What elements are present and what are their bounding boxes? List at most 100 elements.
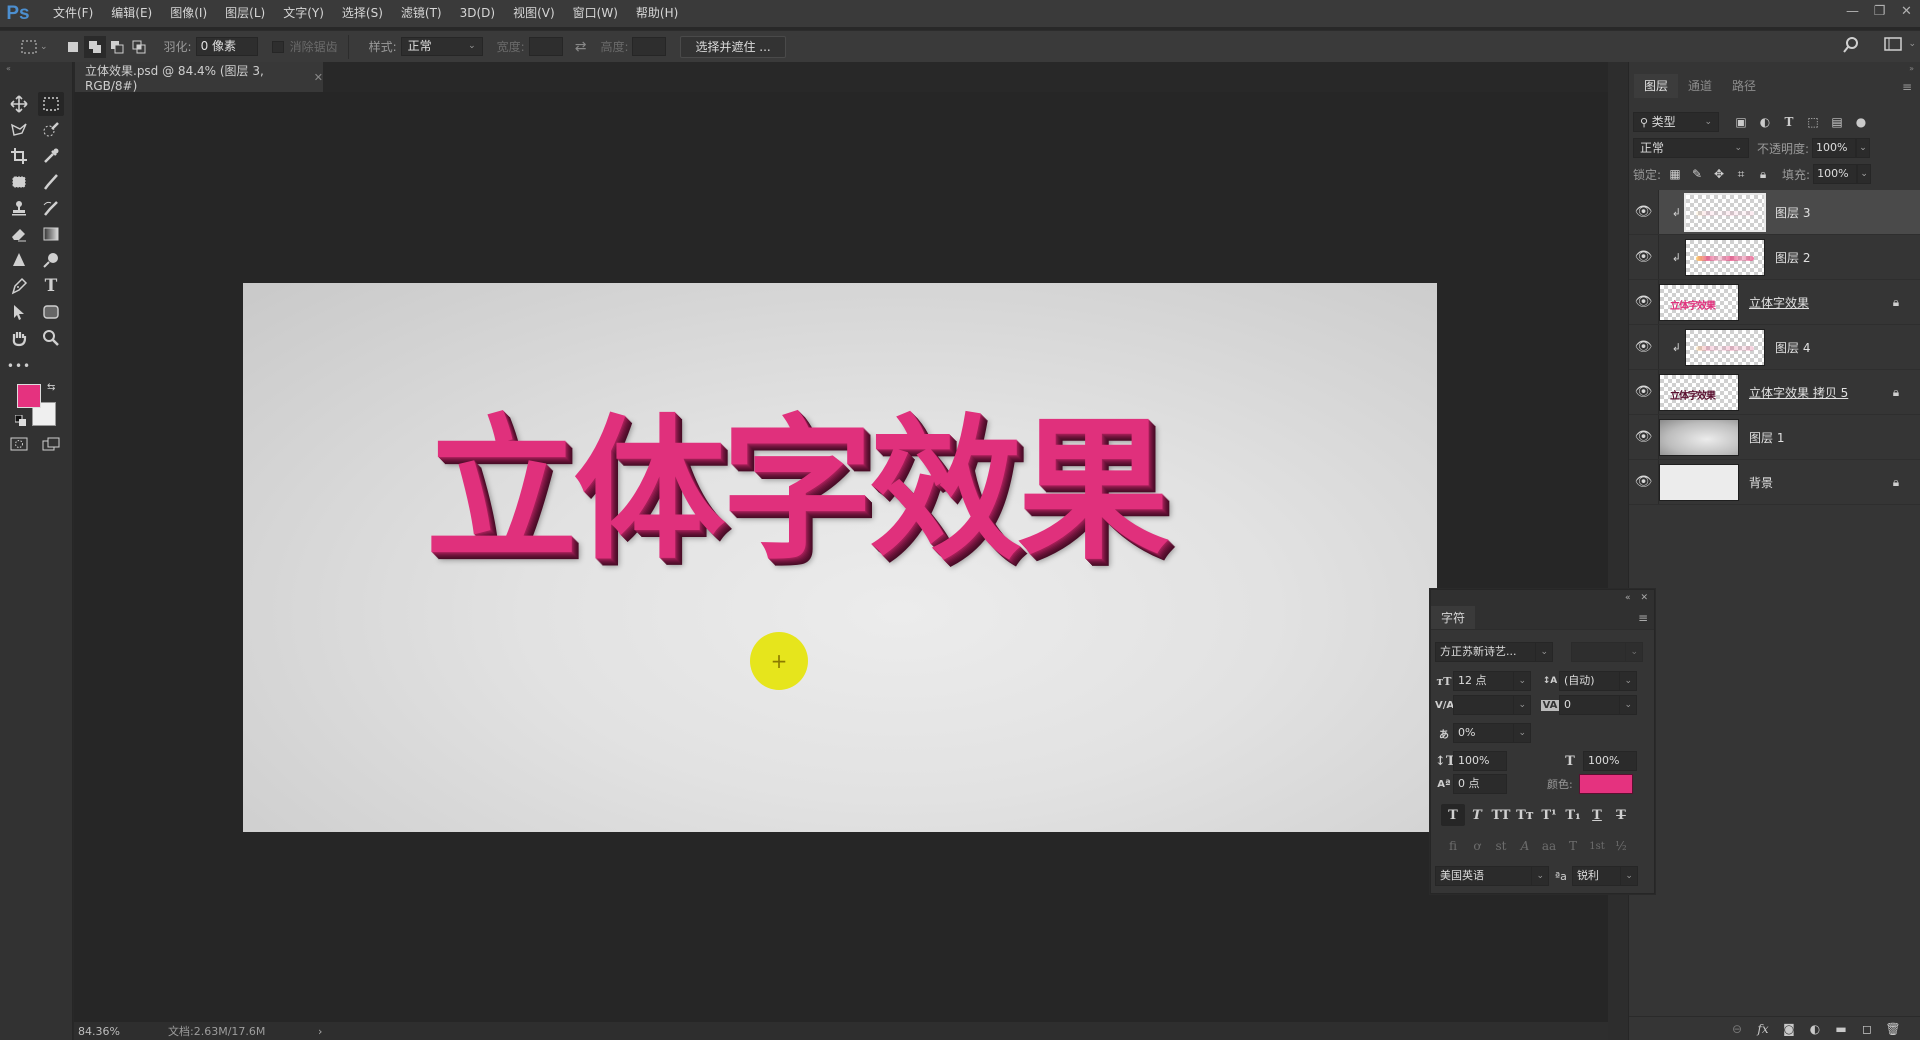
menu-edit[interactable]: 编辑(E) bbox=[102, 0, 161, 27]
layer-name[interactable]: 立体字效果 bbox=[1749, 294, 1884, 311]
blur-tool-icon[interactable] bbox=[6, 248, 32, 272]
visibility-eye-icon[interactable]: 👁︎ bbox=[1629, 280, 1659, 324]
more-tools-icon[interactable]: ••• bbox=[6, 354, 32, 378]
swap-colors-icon[interactable]: ⇆ bbox=[47, 382, 55, 393]
screen-mode-icon[interactable] bbox=[42, 437, 60, 454]
marquee-preset-icon[interactable] bbox=[18, 36, 40, 58]
smart-object-filter-icon[interactable]: ▤ bbox=[1825, 115, 1849, 129]
discretionary-ligatures-button[interactable]: st bbox=[1489, 835, 1513, 857]
lock-all-icon[interactable]: 🔒︎ bbox=[1752, 167, 1774, 182]
horizontal-scale-input[interactable]: 100% bbox=[1583, 751, 1637, 771]
style-select[interactable]: 正常 ⌄ bbox=[400, 37, 483, 56]
layer-filter-select[interactable]: ⚲ 类型 ⌄ bbox=[1633, 112, 1719, 132]
all-caps-button[interactable]: TT bbox=[1489, 804, 1513, 826]
ligatures-button[interactable]: fi bbox=[1441, 835, 1465, 857]
layer-row[interactable]: 👁︎ 立体字效果 立体字效果 🔒︎ bbox=[1629, 280, 1920, 325]
add-selection-icon[interactable] bbox=[83, 35, 106, 58]
trash-icon[interactable]: 🗑︎ bbox=[1880, 1022, 1906, 1036]
titling-alternates-button[interactable]: T bbox=[1561, 835, 1585, 857]
marquee-tool-icon[interactable] bbox=[38, 92, 64, 116]
vertical-scale-input[interactable]: 100% bbox=[1453, 751, 1507, 771]
small-caps-button[interactable]: Tт bbox=[1513, 804, 1537, 826]
fill-input[interactable]: 100% bbox=[1813, 164, 1858, 184]
default-colors-icon[interactable] bbox=[14, 414, 27, 430]
menu-3d[interactable]: 3D(D) bbox=[451, 0, 504, 27]
font-family-select[interactable]: 方正苏新诗艺... ⌄ bbox=[1435, 642, 1553, 662]
layer-name[interactable]: 图层 3 bbox=[1775, 204, 1920, 221]
blend-mode-select[interactable]: 正常 ⌄ bbox=[1633, 138, 1749, 158]
menu-layer[interactable]: 图层(L) bbox=[216, 0, 274, 27]
type-filter-icon[interactable]: T bbox=[1777, 115, 1801, 129]
feather-input[interactable]: 0 像素 bbox=[195, 37, 258, 56]
hand-tool-icon[interactable] bbox=[6, 326, 32, 350]
layer-row[interactable]: 👁︎ ↲ 图层 2 bbox=[1629, 235, 1920, 280]
layer-name[interactable]: 图层 1 bbox=[1749, 429, 1920, 446]
type-tool-icon[interactable]: T bbox=[38, 274, 64, 298]
dodge-tool-icon[interactable] bbox=[38, 248, 64, 272]
new-layer-icon[interactable]: ◻ bbox=[1854, 1022, 1880, 1036]
tab-character[interactable]: 字符 bbox=[1431, 606, 1476, 629]
antialias-checkbox[interactable] bbox=[271, 40, 284, 53]
intersect-selection-icon[interactable] bbox=[128, 36, 150, 58]
layer-row[interactable]: 👁︎ 图层 1 bbox=[1629, 415, 1920, 460]
language-select[interactable]: 美国英语 ⌄ bbox=[1435, 866, 1549, 886]
opacity-input[interactable]: 100% bbox=[1812, 138, 1857, 158]
menu-type[interactable]: 文字(Y) bbox=[274, 0, 333, 27]
menu-file[interactable]: 文件(F) bbox=[44, 0, 102, 27]
zoom-tool-icon[interactable] bbox=[38, 326, 64, 350]
swap-icon[interactable]: ⇄ bbox=[575, 39, 587, 55]
tab-paths[interactable]: 路径 bbox=[1722, 74, 1766, 98]
pixel-filter-icon[interactable]: ▣ bbox=[1729, 115, 1753, 129]
quick-mask-icon[interactable] bbox=[10, 437, 28, 454]
lasso-tool-icon[interactable] bbox=[6, 118, 32, 142]
status-menu-arrow[interactable]: › bbox=[318, 1025, 322, 1038]
rectangle-tool-icon[interactable] bbox=[38, 300, 64, 324]
panel-menu-icon[interactable]: ≡ bbox=[1638, 611, 1648, 625]
adjustment-filter-icon[interactable]: ◐ bbox=[1753, 115, 1777, 129]
menu-window[interactable]: 窗口(W) bbox=[564, 0, 627, 27]
layer-name[interactable]: 图层 2 bbox=[1775, 249, 1920, 266]
subtract-selection-icon[interactable] bbox=[106, 36, 128, 58]
baseline-shift-input[interactable]: 0 点 bbox=[1453, 774, 1507, 794]
visibility-eye-icon[interactable]: 👁︎ bbox=[1629, 235, 1659, 279]
quick-selection-tool-icon[interactable] bbox=[38, 118, 64, 142]
lock-position-icon[interactable]: ✥ bbox=[1708, 167, 1730, 181]
crop-tool-icon[interactable] bbox=[6, 144, 32, 168]
new-selection-icon[interactable] bbox=[62, 36, 84, 58]
new-group-icon[interactable]: ▬ bbox=[1828, 1022, 1854, 1036]
font-size-select[interactable]: 12 点 ⌄ bbox=[1453, 671, 1531, 691]
fractions-button[interactable]: ½ bbox=[1609, 835, 1633, 857]
old-style-button[interactable]: ơ bbox=[1465, 835, 1489, 857]
kerning-select[interactable]: ⌄ bbox=[1453, 695, 1531, 715]
strikethrough-button[interactable]: T bbox=[1609, 804, 1633, 826]
pen-tool-icon[interactable] bbox=[6, 274, 32, 298]
brush-tool-icon[interactable] bbox=[38, 170, 64, 194]
close-window-button[interactable]: ✕ bbox=[1893, 0, 1920, 22]
fx-icon[interactable]: fx bbox=[1750, 1022, 1776, 1036]
canvas[interactable]: 立体字效果 bbox=[243, 283, 1437, 832]
opacity-dropdown[interactable]: ⌄ bbox=[1856, 138, 1871, 158]
superscript-button[interactable]: T¹ bbox=[1537, 804, 1561, 826]
chevron-down-icon[interactable]: ⌄ bbox=[1908, 39, 1916, 49]
adjustment-layer-icon[interactable]: ◐ bbox=[1802, 1022, 1828, 1036]
filter-toggle-icon[interactable]: ● bbox=[1849, 115, 1873, 129]
menu-view[interactable]: 视图(V) bbox=[504, 0, 564, 27]
eyedropper-tool-icon[interactable] bbox=[38, 144, 64, 168]
tsume-select[interactable]: 0% ⌄ bbox=[1453, 723, 1531, 743]
visibility-eye-icon[interactable]: 👁︎ bbox=[1629, 460, 1659, 504]
lock-artboard-icon[interactable]: ⌗ bbox=[1730, 167, 1752, 182]
menu-image[interactable]: 图像(I) bbox=[161, 0, 216, 27]
layer-row[interactable]: 👁︎ ↲ 图层 3 bbox=[1629, 190, 1920, 235]
shape-filter-icon[interactable]: ⬚ bbox=[1801, 115, 1825, 129]
eraser-tool-icon[interactable] bbox=[6, 222, 32, 246]
antialias-select[interactable]: 锐利 ⌄ bbox=[1571, 866, 1638, 886]
add-mask-icon[interactable]: ◙ bbox=[1776, 1022, 1802, 1036]
lock-pixels-icon[interactable]: ✎ bbox=[1686, 167, 1708, 181]
font-style-select[interactable]: ⌄ bbox=[1571, 642, 1643, 662]
search-icon[interactable] bbox=[1842, 36, 1860, 57]
layer-row[interactable]: 👁︎ 背景 🔒︎ bbox=[1629, 460, 1920, 505]
layer-row[interactable]: 👁︎ ↲ 图层 4 bbox=[1629, 325, 1920, 370]
faux-bold-button[interactable]: T bbox=[1441, 804, 1465, 826]
patch-tool-icon[interactable] bbox=[6, 170, 32, 194]
restore-button[interactable]: ❐ bbox=[1866, 0, 1893, 22]
